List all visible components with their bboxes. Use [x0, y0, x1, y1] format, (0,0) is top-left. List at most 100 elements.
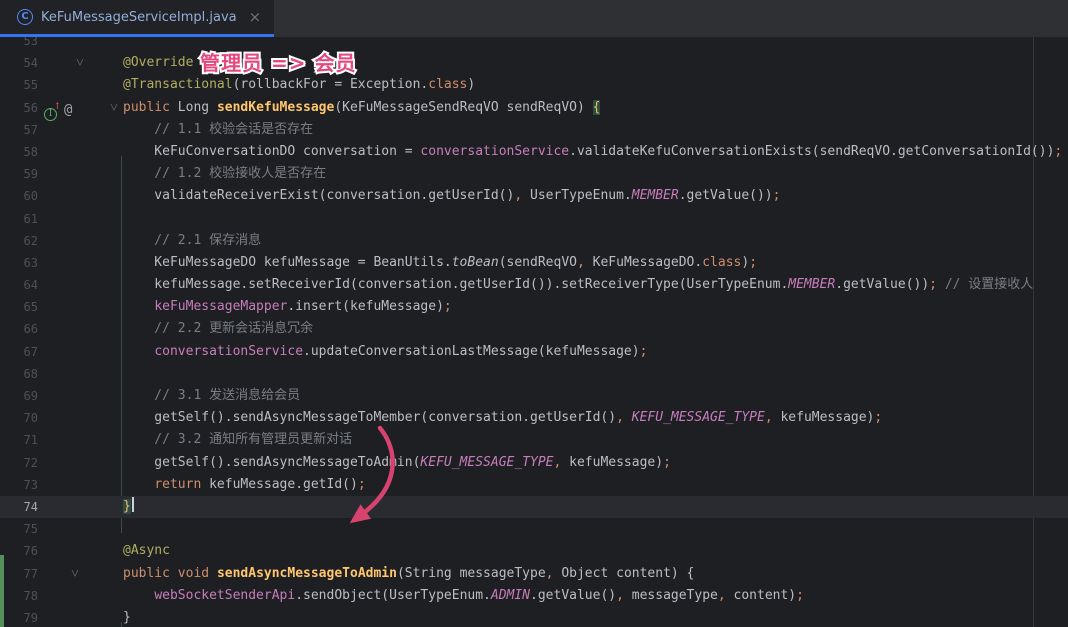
- gutter: [38, 37, 123, 52]
- code-line-75[interactable]: 75: [0, 518, 1068, 540]
- line-number: 53: [0, 37, 38, 52]
- line-number: 64: [0, 274, 38, 296]
- code-text[interactable]: [123, 208, 1068, 230]
- code-line-71[interactable]: 71 // 3.2 通知所有管理员更新对话: [0, 429, 1068, 451]
- gutter: [38, 185, 123, 207]
- code-line-79[interactable]: 79}: [0, 607, 1068, 627]
- code-line-55[interactable]: 55 @Transactional(rollbackFor = Exception…: [0, 74, 1068, 96]
- gutter: [38, 341, 123, 363]
- code-line-61[interactable]: 61: [0, 208, 1068, 230]
- code-text[interactable]: KeFuConversationDO conversation = conver…: [123, 141, 1068, 163]
- line-number: 71: [0, 429, 38, 451]
- code-line-62[interactable]: 62 // 2.1 保存消息: [0, 230, 1068, 252]
- code-line-77[interactable]: 77 ˅ public void sendAsyncMessageToAdmin(S…: [0, 563, 1068, 585]
- code-text[interactable]: }: [123, 496, 1068, 518]
- code-line-78[interactable]: 78 webSocketSenderApi.sendObject(UserTyp…: [0, 585, 1068, 607]
- line-number: 55: [0, 74, 38, 96]
- line-number: 74: [0, 496, 38, 518]
- java-class-icon: C: [17, 9, 33, 25]
- code-text[interactable]: kefuMessage.setReceiverId(conversation.g…: [123, 274, 1068, 296]
- code-text[interactable]: // 3.2 通知所有管理员更新对话: [123, 429, 1068, 451]
- tab-close-icon[interactable]: ×: [249, 10, 262, 25]
- gutter: [38, 119, 123, 141]
- gutter: ˅: [38, 563, 123, 585]
- gutter: [38, 141, 123, 163]
- line-number: 63: [0, 252, 38, 274]
- line-number: 69: [0, 385, 38, 407]
- code-text[interactable]: KeFuMessageDO kefuMessage = BeanUtils.to…: [123, 252, 1068, 274]
- code-line-73[interactable]: 73 return kefuMessage.getId();: [0, 474, 1068, 496]
- code-text[interactable]: return kefuMessage.getId();: [123, 474, 1068, 496]
- code-text[interactable]: webSocketSenderApi.sendObject(UserTypeEn…: [123, 585, 1068, 607]
- gutter: [38, 607, 123, 627]
- code-text[interactable]: conversationService.updateConversationLa…: [123, 341, 1068, 363]
- code-line-65[interactable]: 65 keFuMessageMapper.insert(kefuMessage)…: [0, 296, 1068, 318]
- code-text[interactable]: validateReceiverExist(conversation.getUs…: [123, 185, 1068, 207]
- line-number: 67: [0, 341, 38, 363]
- line-number: 58: [0, 141, 38, 163]
- code-text[interactable]: // 3.1 发送消息给会员: [123, 385, 1068, 407]
- gutter: [38, 496, 123, 518]
- line-number: 59: [0, 163, 38, 185]
- code-line-76[interactable]: 76@Async: [0, 540, 1068, 562]
- line-number: 61: [0, 208, 38, 230]
- code-text[interactable]: [123, 518, 1068, 540]
- tab-kefumessageserviceimpl-java[interactable]: C KeFuMessageServiceImpl.java ×: [0, 0, 274, 37]
- gutter: [38, 74, 123, 96]
- gutter: [38, 274, 123, 296]
- code-line-68[interactable]: 68: [0, 363, 1068, 385]
- gutter: [38, 208, 123, 230]
- ide-window: C KeFuMessageServiceImpl.java × 5354˅@Ov…: [0, 0, 1068, 627]
- code-line-64[interactable]: 64 kefuMessage.setReceiverId(conversatio…: [0, 274, 1068, 296]
- code-line-74[interactable]: 74}: [0, 496, 1068, 518]
- code-text[interactable]: @Transactional(rollbackFor = Exception.c…: [123, 74, 1068, 96]
- code-text[interactable]: // 1.1 校验会话是否存在: [123, 119, 1068, 141]
- line-number: 57: [0, 119, 38, 141]
- code-line-57[interactable]: 57 // 1.1 校验会话是否存在: [0, 119, 1068, 141]
- code-text[interactable]: public Long sendKefuMessage(KeFuMessageS…: [123, 97, 1068, 119]
- code-text[interactable]: getSelf().sendAsyncMessageToAdmin(KEFU_M…: [123, 452, 1068, 474]
- code-text[interactable]: // 2.2 更新会话消息冗余: [123, 318, 1068, 340]
- gutter: [38, 429, 123, 451]
- code-line-53[interactable]: 53: [0, 37, 1068, 52]
- code-line-54[interactable]: 54˅@Override管理员 => 会员: [0, 52, 1068, 74]
- code-text[interactable]: @Async: [123, 540, 1068, 562]
- code-text[interactable]: public void sendAsyncMessageToAdmin(Stri…: [123, 563, 1068, 585]
- code-text[interactable]: // 1.2 校验接收人是否存在: [123, 163, 1068, 185]
- line-number: 68: [0, 363, 38, 385]
- code-text[interactable]: keFuMessageMapper.insert(kefuMessage);: [123, 296, 1068, 318]
- line-number: 70: [0, 407, 38, 429]
- code-line-72[interactable]: 72 getSelf().sendAsyncMessageToAdmin(KEF…: [0, 452, 1068, 474]
- code-line-70[interactable]: 70 getSelf().sendAsyncMessageToMember(co…: [0, 407, 1068, 429]
- fold-chevron-icon[interactable]: ˅: [110, 97, 118, 119]
- code-line-63[interactable]: 63 KeFuMessageDO kefuMessage = BeanUtils…: [0, 252, 1068, 274]
- code-line-69[interactable]: 69 // 3.1 发送消息给会员: [0, 385, 1068, 407]
- gutter: [38, 407, 123, 429]
- code-line-58[interactable]: 58 KeFuConversationDO conversation = con…: [0, 141, 1068, 163]
- code-text[interactable]: }: [123, 607, 1068, 627]
- code-line-67[interactable]: 67 conversationService.updateConversatio…: [0, 341, 1068, 363]
- code-line-56[interactable]: 56I↑@˅public Long sendKefuMessage(KeFuMe…: [0, 97, 1068, 119]
- line-number: 54: [0, 52, 38, 74]
- line-number: 75: [0, 518, 38, 540]
- fold-chevron-icon[interactable]: ˅: [71, 563, 79, 585]
- line-number: 65: [0, 296, 38, 318]
- code-line-59[interactable]: 59 // 1.2 校验接收人是否存在: [0, 163, 1068, 185]
- line-number: 62: [0, 230, 38, 252]
- line-number: 66: [0, 318, 38, 340]
- code-text[interactable]: getSelf().sendAsyncMessageToMember(conve…: [123, 407, 1068, 429]
- line-number: 78: [0, 585, 38, 607]
- line-number: 77: [0, 563, 38, 585]
- gutter: ˅: [38, 52, 123, 74]
- gutter: [38, 585, 123, 607]
- gutter: [38, 163, 123, 185]
- gutter: [38, 252, 123, 274]
- line-number: 79: [0, 607, 38, 627]
- fold-chevron-icon[interactable]: ˅: [76, 52, 84, 74]
- line-number: 72: [0, 452, 38, 474]
- code-line-66[interactable]: 66 // 2.2 更新会话消息冗余: [0, 318, 1068, 340]
- code-line-60[interactable]: 60 validateReceiverExist(conversation.ge…: [0, 185, 1068, 207]
- code-text[interactable]: // 2.1 保存消息: [123, 230, 1068, 252]
- code-text[interactable]: [123, 363, 1068, 385]
- gutter: [38, 518, 123, 540]
